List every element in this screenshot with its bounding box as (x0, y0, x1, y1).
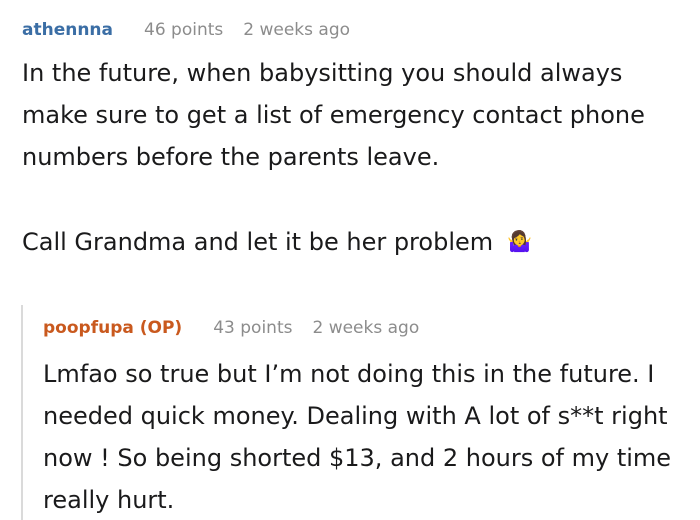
comment-username-link[interactable]: athennna (22, 18, 113, 42)
reply-timestamp[interactable]: 2 weeks ago (312, 316, 419, 340)
reply-points: 43 points (213, 318, 293, 338)
comment-timestamp[interactable]: 2 weeks ago (243, 18, 350, 42)
comment-paragraph-1: In the future, when babysitting you shou… (22, 59, 645, 171)
reply-comment: poopfupa (OP) 43 points 2 weeks ago Lmfa… (43, 316, 683, 520)
comment-body: In the future, when babysitting you shou… (22, 52, 682, 263)
reply-username-link[interactable]: poopfupa (OP) (43, 316, 182, 340)
woman-shrugging-icon: 🤷‍♀️ (507, 229, 533, 253)
comment-paragraph-2: Call Grandma and let it be her problem 🤷‍… (22, 220, 682, 263)
reply-meta: poopfupa (OP) 43 points 2 weeks ago (43, 316, 683, 340)
comment-points: 46 points (144, 20, 224, 40)
comment-meta: athennna 46 points 2 weeks ago (22, 18, 682, 42)
reply-body: Lmfao so true but I’m not doing this in … (43, 360, 672, 514)
comment-paragraph-2-text: Call Grandma and let it be her problem (22, 228, 494, 256)
comment-thread: athennna 46 points 2 weeks ago In the fu… (0, 0, 700, 520)
reply-thread-line[interactable] (21, 305, 23, 520)
comment: athennna 46 points 2 weeks ago In the fu… (22, 18, 682, 263)
